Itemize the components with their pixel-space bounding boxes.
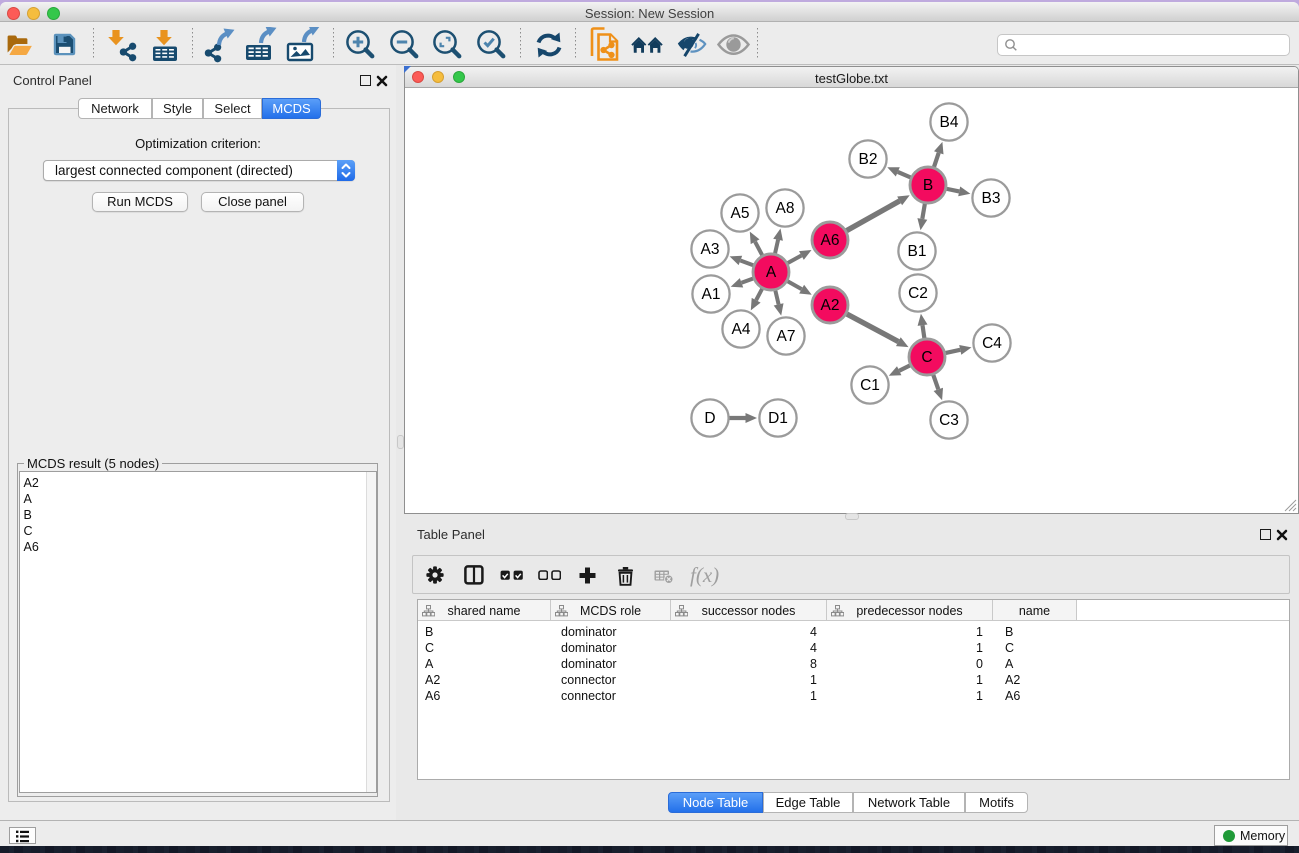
svg-text:A7: A7 <box>777 328 796 345</box>
svg-text:B3: B3 <box>982 190 1001 207</box>
svg-text:A4: A4 <box>732 321 751 338</box>
svg-text:A: A <box>766 264 777 281</box>
svg-text:D: D <box>704 410 715 427</box>
svg-text:B: B <box>923 177 933 194</box>
svg-text:A8: A8 <box>776 200 795 217</box>
svg-text:A6: A6 <box>821 232 840 249</box>
svg-text:B1: B1 <box>908 243 927 260</box>
svg-text:A3: A3 <box>701 241 720 258</box>
svg-text:C: C <box>921 349 932 366</box>
svg-text:C3: C3 <box>939 412 959 429</box>
svg-text:C1: C1 <box>860 377 880 394</box>
svg-text:C2: C2 <box>908 285 928 302</box>
svg-text:A5: A5 <box>731 205 750 222</box>
svg-text:D1: D1 <box>768 410 788 427</box>
svg-text:B4: B4 <box>940 114 959 131</box>
svg-text:C4: C4 <box>982 335 1002 352</box>
svg-text:A2: A2 <box>821 297 840 314</box>
svg-text:A1: A1 <box>702 286 721 303</box>
svg-text:B2: B2 <box>859 151 878 168</box>
